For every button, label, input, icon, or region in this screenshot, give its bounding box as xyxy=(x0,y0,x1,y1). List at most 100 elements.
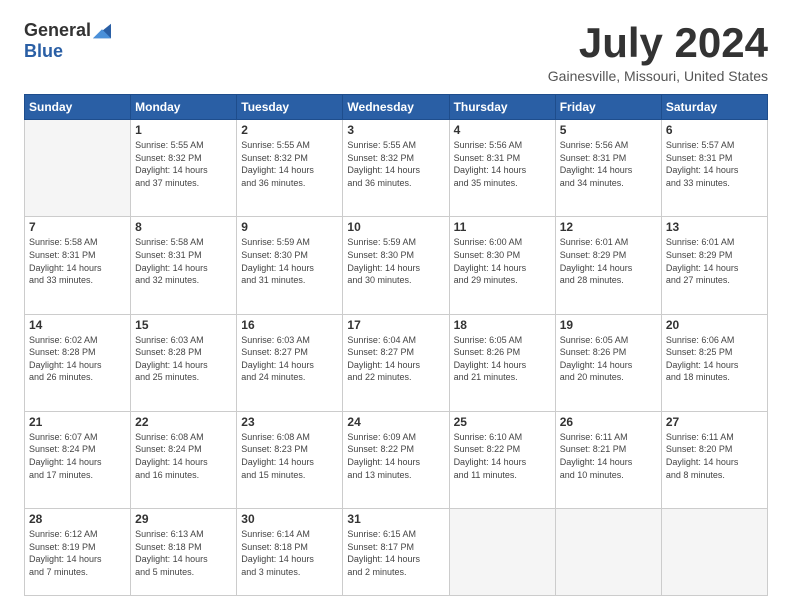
day-info: Sunrise: 6:07 AM Sunset: 8:24 PM Dayligh… xyxy=(29,431,126,481)
day-number: 21 xyxy=(29,415,126,429)
table-row: 4Sunrise: 5:56 AM Sunset: 8:31 PM Daylig… xyxy=(449,120,555,217)
day-number: 28 xyxy=(29,512,126,526)
day-number: 24 xyxy=(347,415,444,429)
logo: General Blue xyxy=(24,20,111,62)
day-number: 15 xyxy=(135,318,232,332)
day-number: 10 xyxy=(347,220,444,234)
day-number: 13 xyxy=(666,220,763,234)
table-row: 18 Sunrise: 6:05 AM Sunset: 8:26 PM Dayli… xyxy=(449,314,555,411)
table-row: 22 Sunrise: 6:08 AM Sunset: 8:24 PM Dayli… xyxy=(131,411,237,508)
day-number: 26 xyxy=(560,415,657,429)
day-number: 8 xyxy=(135,220,232,234)
day-info: Sunrise: 6:02 AM Sunset: 8:28 PM Dayligh… xyxy=(29,334,126,384)
logo-general: General xyxy=(24,20,91,41)
day-info: Sunrise: 6:04 AM Sunset: 8:27 PM Dayligh… xyxy=(347,334,444,384)
logo-blue: Blue xyxy=(24,41,63,62)
table-row xyxy=(661,509,767,596)
table-row: 3Sunrise: 5:55 AM Sunset: 8:32 PM Daylig… xyxy=(343,120,449,217)
day-info: Sunrise: 5:58 AM Sunset: 8:31 PM Dayligh… xyxy=(29,236,126,286)
day-number: 22 xyxy=(135,415,232,429)
table-row: 24 Sunrise: 6:09 AM Sunset: 8:22 PM Dayli… xyxy=(343,411,449,508)
col-tuesday: Tuesday xyxy=(237,95,343,120)
title-block: July 2024 Gainesville, Missouri, United … xyxy=(548,20,768,84)
day-number: 25 xyxy=(454,415,551,429)
day-number: 23 xyxy=(241,415,338,429)
day-info: Sunrise: 5:56 AM Sunset: 8:31 PM Dayligh… xyxy=(560,139,657,189)
table-row: 1Sunrise: 5:55 AM Sunset: 8:32 PM Daylig… xyxy=(131,120,237,217)
table-row: 5 Sunrise: 5:56 AM Sunset: 8:31 PM Daylig… xyxy=(555,120,661,217)
table-row: 6 Sunrise: 5:57 AM Sunset: 8:31 PM Daylig… xyxy=(661,120,767,217)
day-info: Sunrise: 5:55 AM Sunset: 8:32 PM Dayligh… xyxy=(241,139,338,189)
day-info: Sunrise: 5:57 AM Sunset: 8:31 PM Dayligh… xyxy=(666,139,763,189)
day-info: Sunrise: 5:58 AM Sunset: 8:31 PM Dayligh… xyxy=(135,236,232,286)
table-row: 12 Sunrise: 6:01 AM Sunset: 8:29 PM Dayli… xyxy=(555,217,661,314)
day-number: 20 xyxy=(666,318,763,332)
table-row: 29 Sunrise: 6:13 AM Sunset: 8:18 PM Dayli… xyxy=(131,509,237,596)
day-info: Sunrise: 6:05 AM Sunset: 8:26 PM Dayligh… xyxy=(560,334,657,384)
day-number: 5 xyxy=(560,123,657,137)
table-row: 19 Sunrise: 6:05 AM Sunset: 8:26 PM Dayli… xyxy=(555,314,661,411)
day-info: Sunrise: 5:59 AM Sunset: 8:30 PM Dayligh… xyxy=(241,236,338,286)
day-number: 11 xyxy=(454,220,551,234)
table-row: 2Sunrise: 5:55 AM Sunset: 8:32 PM Daylig… xyxy=(237,120,343,217)
day-number: 31 xyxy=(347,512,444,526)
table-row: 10 Sunrise: 5:59 AM Sunset: 8:30 PM Dayli… xyxy=(343,217,449,314)
day-info: Sunrise: 6:12 AM Sunset: 8:19 PM Dayligh… xyxy=(29,528,126,578)
day-number: 17 xyxy=(347,318,444,332)
day-info: Sunrise: 6:10 AM Sunset: 8:22 PM Dayligh… xyxy=(454,431,551,481)
page: General Blue July 2024 Gainesville, Miss… xyxy=(0,0,792,612)
col-friday: Friday xyxy=(555,95,661,120)
subtitle: Gainesville, Missouri, United States xyxy=(548,68,768,84)
table-row: 21 Sunrise: 6:07 AM Sunset: 8:24 PM Dayli… xyxy=(25,411,131,508)
table-row: 20 Sunrise: 6:06 AM Sunset: 8:25 PM Dayli… xyxy=(661,314,767,411)
table-row: 25 Sunrise: 6:10 AM Sunset: 8:22 PM Dayli… xyxy=(449,411,555,508)
day-info: Sunrise: 6:06 AM Sunset: 8:25 PM Dayligh… xyxy=(666,334,763,384)
col-wednesday: Wednesday xyxy=(343,95,449,120)
day-number: 12 xyxy=(560,220,657,234)
header: General Blue July 2024 Gainesville, Miss… xyxy=(24,20,768,84)
table-row xyxy=(25,120,131,217)
day-info: Sunrise: 6:15 AM Sunset: 8:17 PM Dayligh… xyxy=(347,528,444,578)
day-number: 1 xyxy=(135,123,232,137)
day-info: Sunrise: 6:03 AM Sunset: 8:27 PM Dayligh… xyxy=(241,334,338,384)
table-row: 7Sunrise: 5:58 AM Sunset: 8:31 PM Daylig… xyxy=(25,217,131,314)
table-row: 23 Sunrise: 6:08 AM Sunset: 8:23 PM Dayli… xyxy=(237,411,343,508)
col-saturday: Saturday xyxy=(661,95,767,120)
day-number: 6 xyxy=(666,123,763,137)
day-info: Sunrise: 6:08 AM Sunset: 8:24 PM Dayligh… xyxy=(135,431,232,481)
day-number: 19 xyxy=(560,318,657,332)
table-row: 31 Sunrise: 6:15 AM Sunset: 8:17 PM Dayli… xyxy=(343,509,449,596)
day-info: Sunrise: 6:08 AM Sunset: 8:23 PM Dayligh… xyxy=(241,431,338,481)
day-info: Sunrise: 6:01 AM Sunset: 8:29 PM Dayligh… xyxy=(560,236,657,286)
table-row: 14 Sunrise: 6:02 AM Sunset: 8:28 PM Dayli… xyxy=(25,314,131,411)
day-number: 27 xyxy=(666,415,763,429)
table-row: 30 Sunrise: 6:14 AM Sunset: 8:18 PM Dayli… xyxy=(237,509,343,596)
logo-icon xyxy=(93,23,111,39)
day-info: Sunrise: 6:14 AM Sunset: 8:18 PM Dayligh… xyxy=(241,528,338,578)
day-info: Sunrise: 6:11 AM Sunset: 8:21 PM Dayligh… xyxy=(560,431,657,481)
table-row xyxy=(449,509,555,596)
col-thursday: Thursday xyxy=(449,95,555,120)
day-number: 9 xyxy=(241,220,338,234)
table-row: 9 Sunrise: 5:59 AM Sunset: 8:30 PM Daylig… xyxy=(237,217,343,314)
day-info: Sunrise: 6:05 AM Sunset: 8:26 PM Dayligh… xyxy=(454,334,551,384)
header-row: Sunday Monday Tuesday Wednesday Thursday… xyxy=(25,95,768,120)
col-sunday: Sunday xyxy=(25,95,131,120)
day-number: 14 xyxy=(29,318,126,332)
day-info: Sunrise: 6:13 AM Sunset: 8:18 PM Dayligh… xyxy=(135,528,232,578)
col-monday: Monday xyxy=(131,95,237,120)
day-info: Sunrise: 6:03 AM Sunset: 8:28 PM Dayligh… xyxy=(135,334,232,384)
day-number: 29 xyxy=(135,512,232,526)
table-row: 27Sunrise: 6:11 AM Sunset: 8:20 PM Dayli… xyxy=(661,411,767,508)
table-row: 28 Sunrise: 6:12 AM Sunset: 8:19 PM Dayli… xyxy=(25,509,131,596)
day-info: Sunrise: 6:09 AM Sunset: 8:22 PM Dayligh… xyxy=(347,431,444,481)
day-number: 18 xyxy=(454,318,551,332)
day-number: 16 xyxy=(241,318,338,332)
day-info: Sunrise: 5:55 AM Sunset: 8:32 PM Dayligh… xyxy=(347,139,444,189)
day-number: 4 xyxy=(454,123,551,137)
table-row: 17 Sunrise: 6:04 AM Sunset: 8:27 PM Dayli… xyxy=(343,314,449,411)
day-info: Sunrise: 5:59 AM Sunset: 8:30 PM Dayligh… xyxy=(347,236,444,286)
day-number: 30 xyxy=(241,512,338,526)
table-row: 8 Sunrise: 5:58 AM Sunset: 8:31 PM Daylig… xyxy=(131,217,237,314)
main-title: July 2024 xyxy=(548,20,768,66)
